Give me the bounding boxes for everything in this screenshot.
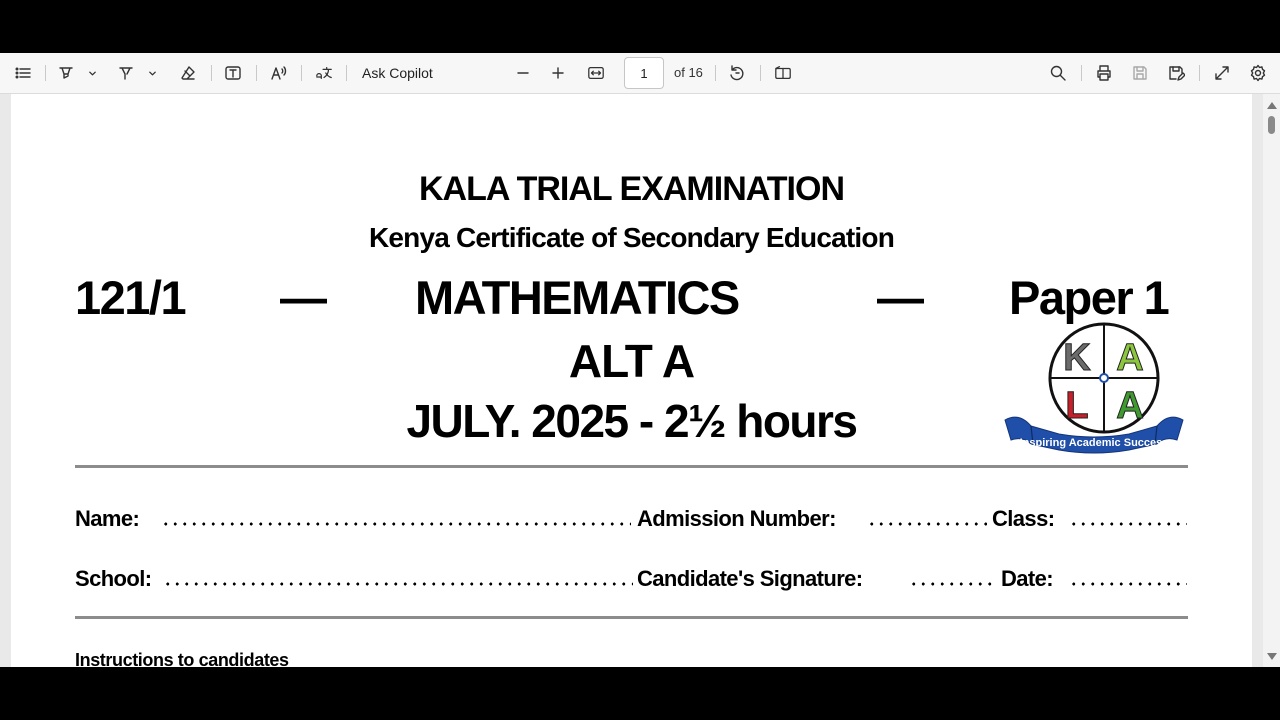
print-icon[interactable] — [1093, 62, 1115, 84]
school-field[interactable] — [163, 582, 633, 586]
letterbox-bottom — [0, 667, 1280, 720]
scrollbar-thumb[interactable] — [1268, 116, 1275, 134]
separator — [301, 65, 302, 81]
save-icon[interactable] — [1129, 62, 1151, 84]
save-as-icon[interactable] — [1165, 62, 1187, 84]
logo-letter-a2: A — [1116, 385, 1143, 427]
candidate-signature-field[interactable] — [909, 582, 995, 586]
highlight-icon[interactable] — [55, 62, 77, 84]
read-aloud-icon[interactable] — [268, 62, 290, 84]
separator — [45, 65, 46, 81]
search-icon[interactable] — [1047, 62, 1069, 84]
fullscreen-icon[interactable] — [1211, 62, 1233, 84]
separator — [760, 65, 761, 81]
paper-number: Paper 1 — [1009, 271, 1170, 324]
admission-number-label: Admission Number: — [637, 506, 836, 531]
divider — [75, 616, 1188, 619]
text-box-icon[interactable] — [222, 62, 244, 84]
settings-icon[interactable] — [1247, 62, 1269, 84]
date-field[interactable] — [1069, 582, 1187, 586]
exam-subtitle: Kenya Certificate of Secondary Education — [368, 222, 895, 253]
contents-icon[interactable] — [12, 62, 34, 84]
separator — [1081, 65, 1082, 81]
page-count-label: of 16 — [674, 65, 703, 80]
class-label: Class: — [992, 506, 1055, 531]
separator — [346, 65, 347, 81]
draw-options-chevron-icon[interactable] — [146, 62, 158, 84]
separator — [1199, 65, 1200, 81]
separator — [256, 65, 257, 81]
page-view-icon[interactable] — [771, 62, 795, 84]
logo-letter-l: L — [1065, 385, 1088, 427]
rotate-icon[interactable] — [726, 62, 748, 84]
field-row-2: School: Candidate's Signature: Date: — [75, 566, 1188, 596]
instructions-heading: Instructions to candidates — [75, 650, 289, 667]
exam-title: KALA TRIAL EXAMINATION — [418, 170, 845, 208]
school-label: School: — [75, 566, 152, 591]
subject-title: MATHEMATICS — [415, 271, 740, 324]
separator — [211, 65, 212, 81]
scroll-up-arrow-icon[interactable] — [1267, 102, 1277, 109]
zoom-out-icon[interactable] — [512, 62, 534, 84]
candidate-signature-label: Candidate's Signature: — [637, 566, 863, 591]
logo-letter-k: K — [1063, 337, 1091, 379]
title-dash: — — [280, 271, 327, 324]
kala-logo: K A L A Inspiring Academic Success — [1004, 322, 1184, 454]
toolbar: Ask Copilot of 16 — [0, 53, 1280, 94]
zoom-in-icon[interactable] — [547, 62, 569, 84]
date-label: Date: — [1001, 566, 1054, 591]
page-number-input[interactable] — [624, 57, 664, 89]
class-field[interactable] — [1069, 522, 1187, 526]
title-dash: — — [877, 271, 924, 324]
logo-tagline: Inspiring Academic Success — [1020, 437, 1169, 449]
logo-letter-a: A — [1116, 337, 1143, 379]
separator — [715, 65, 716, 81]
field-row-1: Name: Admission Number: Class: — [75, 506, 1188, 536]
paper-code: 121/1 — [75, 271, 187, 324]
name-label: Name: — [75, 506, 140, 531]
pdf-page: KALA TRIAL EXAMINATION Kenya Certificate… — [11, 94, 1252, 667]
erase-icon[interactable] — [177, 62, 199, 84]
admission-number-field[interactable] — [867, 522, 987, 526]
ask-copilot-button[interactable]: Ask Copilot — [362, 62, 438, 84]
divider — [75, 465, 1188, 468]
fit-width-icon[interactable] — [584, 62, 608, 84]
draw-icon[interactable] — [115, 62, 137, 84]
translate-icon[interactable] — [312, 62, 336, 84]
name-field[interactable] — [161, 522, 631, 526]
pdf-viewer: Ask Copilot of 16 — [0, 53, 1280, 667]
vertical-scrollbar[interactable] — [1263, 94, 1280, 667]
document-area[interactable]: KALA TRIAL EXAMINATION Kenya Certificate… — [0, 94, 1280, 667]
highlight-options-chevron-icon[interactable] — [86, 62, 98, 84]
letterbox-top — [0, 0, 1280, 53]
scroll-down-arrow-icon[interactable] — [1267, 653, 1277, 660]
